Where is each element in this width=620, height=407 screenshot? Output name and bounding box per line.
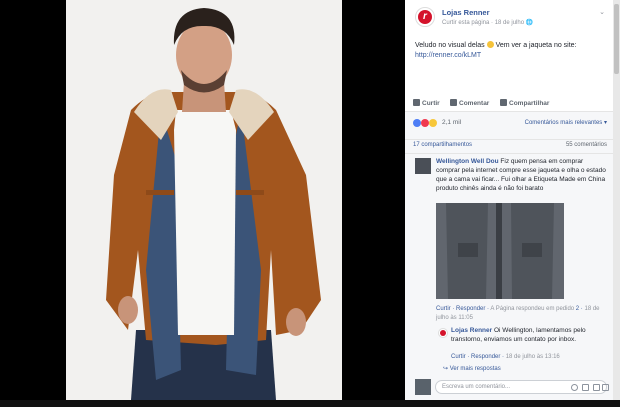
post-link[interactable]: http://renner.co/kLMT: [415, 51, 605, 61]
scrollbar[interactable]: [613, 0, 620, 400]
post-panel: r Lojas Renner Curtir esta página · 18 d…: [405, 0, 613, 400]
reply-arrow-icon: ↪: [443, 366, 450, 372]
comment-like-link[interactable]: Curtir: [436, 306, 451, 312]
comment-attached-photo[interactable]: [436, 203, 564, 299]
share-label: Compartilhar: [509, 100, 550, 107]
reply-author[interactable]: Lojas Renner: [451, 327, 492, 334]
post-header: r Lojas Renner Curtir esta página · 18 d…: [405, 0, 613, 32]
comment-meta: Curtir · Responder · A Página respondeu …: [436, 306, 600, 321]
comment-input-placeholder: Escreva um comentário...: [442, 384, 511, 390]
share-icon: [500, 99, 507, 106]
caption-text: Veludo no visual delas: [415, 42, 485, 49]
post-stats: 17 compartilhamentos 55 comentários: [405, 140, 613, 154]
renner-logo-small-icon: [440, 330, 446, 336]
comments-count[interactable]: 55 comentários: [566, 142, 607, 148]
gif-icon[interactable]: [593, 384, 600, 391]
post-actions: Curtir Comentar Compartilhar: [405, 96, 613, 112]
reply-reply-link[interactable]: Responder: [471, 354, 500, 360]
more-replies-label: Ver mais respostas: [449, 366, 501, 372]
caption-cta: Vem ver a jaqueta no site:: [495, 42, 577, 49]
reply-avatar[interactable]: [438, 328, 448, 338]
sticker-icon[interactable]: [602, 384, 609, 391]
emoji-icon[interactable]: [571, 384, 578, 391]
man-in-corduroy-jacket-image: [66, 0, 342, 400]
reply-like-link[interactable]: Curtir: [451, 354, 466, 360]
like-reaction-icon[interactable]: [413, 119, 421, 127]
heart-eyes-emoji-icon: [486, 41, 494, 48]
reply-meta: Curtir · Responder · 18 de julho às 13:1…: [451, 354, 560, 360]
scrollbar-thumb[interactable]: [614, 4, 619, 74]
reply-date[interactable]: 18 de julho às 13:16: [506, 354, 560, 360]
love-reaction-icon[interactable]: [421, 119, 429, 127]
comments-section: Wellington Well Dou Fiz quem pensa em co…: [405, 154, 613, 400]
chevron-down-icon[interactable]: ⌄: [599, 8, 605, 16]
more-replies-link[interactable]: ↪ Ver mais respostas: [443, 365, 501, 372]
renner-logo: r: [418, 10, 432, 24]
reply-body: Lojas Renner Oi Wellington, lamentamos p…: [451, 326, 611, 344]
page-avatar[interactable]: r: [415, 7, 435, 27]
comment-sort-dropdown[interactable]: Comentários mais relevantes ▾: [525, 119, 607, 126]
post-meta: Curtir esta página · 18 de julho 🌐: [442, 19, 533, 26]
photo-viewer: r Lojas Renner Curtir esta página · 18 d…: [0, 0, 620, 407]
shares-count[interactable]: 17 compartilhamentos: [413, 142, 472, 148]
thumbs-up-icon: [413, 99, 420, 106]
reactions-count[interactable]: 2,1 mil: [442, 119, 461, 126]
page-name[interactable]: Lojas Renner: [442, 8, 490, 17]
comment-input[interactable]: Escreva um comentário...: [435, 380, 609, 394]
camera-icon[interactable]: [582, 384, 589, 391]
reactions-bar: 2,1 mil Comentários mais relevantes ▾: [405, 112, 613, 140]
comment-icon: [450, 99, 457, 106]
globe-icon: 🌐: [525, 20, 534, 26]
comment-button[interactable]: Comentar: [450, 99, 489, 107]
comment-reaction-count[interactable]: 2: [576, 306, 579, 312]
comment-body: Wellington Well Dou Fiz quem pensa em co…: [436, 157, 606, 193]
like-page-link[interactable]: Curtir esta página: [442, 20, 489, 26]
post-caption: Veludo no visual delas Vem ver a jaqueta…: [415, 41, 605, 61]
comment-label: Comentar: [459, 100, 490, 107]
bottom-bar: [0, 400, 620, 407]
product-photo[interactable]: [66, 0, 342, 400]
comment-reply-link[interactable]: Responder: [456, 306, 485, 312]
commenter-name[interactable]: Wellington Well Dou: [436, 158, 499, 165]
page-replied-note: A Página respondeu em pedido: [490, 306, 575, 312]
like-label: Curtir: [422, 100, 440, 107]
current-user-avatar: [415, 379, 431, 395]
jacket-photo-image: [436, 203, 564, 299]
post-date[interactable]: 18 de julho: [495, 20, 524, 26]
wow-reaction-icon[interactable]: [429, 119, 437, 127]
share-button[interactable]: Compartilhar: [500, 99, 549, 107]
commenter-avatar[interactable]: [415, 158, 431, 174]
like-button[interactable]: Curtir: [413, 99, 440, 107]
